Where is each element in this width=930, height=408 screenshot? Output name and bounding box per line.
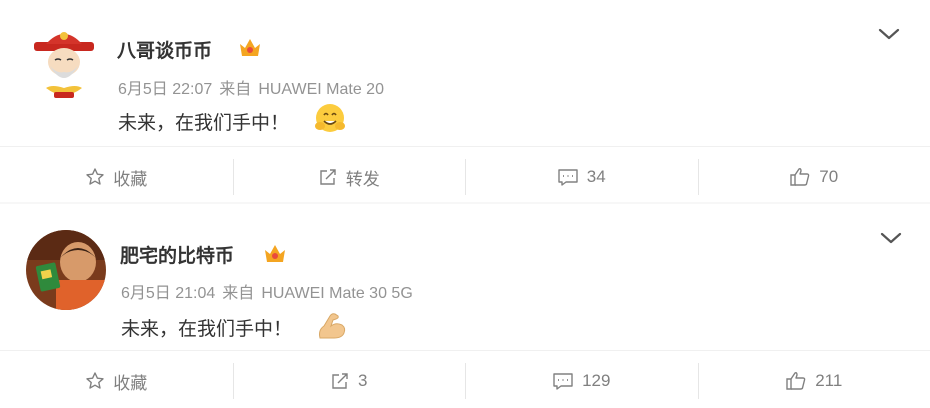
divider [0, 350, 930, 351]
comment-button[interactable]: 129 [465, 354, 698, 408]
thumbs-up-icon [785, 371, 807, 391]
comment-button[interactable]: 34 [465, 150, 698, 204]
repost-button[interactable]: 3 [233, 354, 466, 408]
favorite-button[interactable]: 收藏 [0, 354, 233, 408]
like-button[interactable]: 70 [698, 150, 930, 204]
post-date[interactable]: 6月5日 22:07 [118, 81, 212, 98]
author-name[interactable]: 肥宅的比特币 [120, 241, 234, 268]
crown-badge-icon [263, 242, 287, 264]
repost-label: 转发 [346, 165, 380, 190]
device-name: HUAWEI Mate 20 [258, 81, 384, 98]
thumbs-up-icon [789, 167, 811, 187]
comment-count: 129 [582, 371, 610, 391]
favorite-button[interactable]: 收藏 [0, 150, 233, 204]
star-icon [85, 167, 105, 187]
post-text: 未来，在我们手中！ [118, 108, 289, 135]
repost-button[interactable]: 转发 [233, 150, 466, 204]
share-icon [318, 167, 338, 187]
post-meta: 6月5日 21:04 来自 HUAWEI Mate 30 5G [121, 279, 420, 303]
device-name: HUAWEI Mate 30 5G [261, 285, 412, 302]
chevron-down-icon[interactable] [878, 228, 904, 248]
post-date[interactable]: 6月5日 21:04 [121, 285, 215, 302]
share-icon [330, 371, 350, 391]
weibo-post: 八哥谈币币 6月5日 22:07 来自 HUAWEI Mate 20 未来，在我们手… [0, 0, 930, 202]
action-bar: 收藏 3 129 211 [0, 354, 930, 408]
like-count: 70 [819, 167, 838, 187]
like-button[interactable]: 211 [698, 354, 930, 408]
hugging-face-icon [314, 102, 346, 139]
comment-icon [557, 167, 579, 187]
avatar[interactable] [24, 22, 104, 102]
action-bar: 收藏 转发 34 70 [0, 150, 930, 204]
like-count: 211 [815, 371, 842, 391]
avatar[interactable] [26, 230, 106, 310]
comment-count: 34 [587, 167, 606, 187]
divider [0, 146, 930, 147]
weibo-post: 肥宅的比特币 6月5日 21:04 来自 HUAWEI Mate 30 5G 未来，… [0, 202, 930, 405]
crown-badge-icon [238, 36, 262, 58]
favorite-label: 收藏 [113, 369, 147, 394]
flexed-biceps-icon [316, 310, 348, 347]
source-prefix: 来自 [219, 81, 251, 98]
favorite-label: 收藏 [113, 165, 147, 190]
repost-count: 3 [358, 371, 367, 391]
source-prefix: 来自 [222, 285, 254, 302]
post-meta: 6月5日 22:07 来自 HUAWEI Mate 20 [118, 75, 391, 99]
post-text: 未来，在我们手中！ [121, 314, 292, 341]
star-icon [85, 371, 105, 391]
chevron-down-icon[interactable] [876, 24, 902, 44]
comment-icon [552, 371, 574, 391]
author-name[interactable]: 八哥谈币币 [117, 36, 212, 63]
